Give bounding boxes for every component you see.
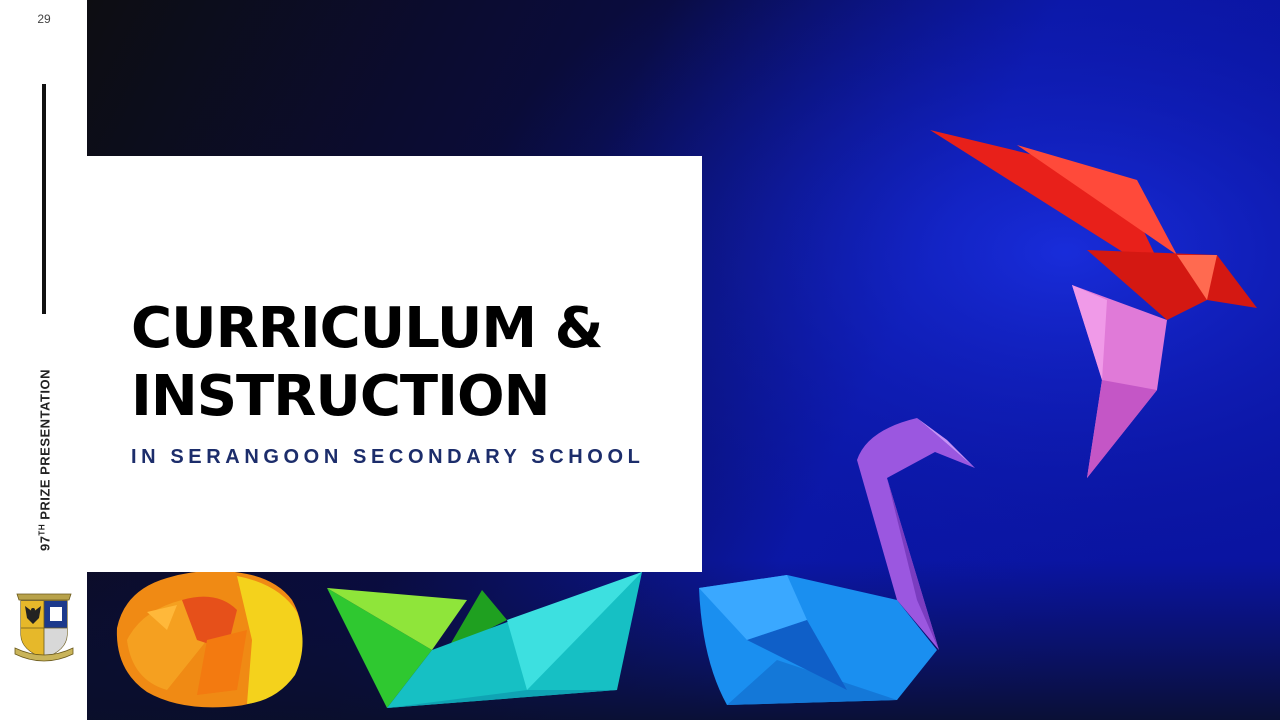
school-crest-logo — [14, 593, 74, 662]
slide-subtitle: IN SERANGOON SECONDARY SCHOOL — [131, 446, 645, 468]
slide: 29 97TH PRIZE PRESENTATION CURRICULUM & … — [0, 0, 1280, 720]
slide-number: 29 — [37, 12, 51, 26]
slide-title-line-1: CURRICULUM & — [131, 296, 603, 361]
vertical-divider — [42, 84, 46, 314]
crumpled-paper-ball — [116, 570, 303, 708]
event-label-number: 97 — [37, 535, 53, 552]
event-label-ordinal: TH — [37, 523, 47, 536]
title-card: CURRICULUM & INSTRUCTION IN SERANGOON SE… — [87, 156, 702, 572]
event-label: 97TH PRIZE PRESENTATION — [37, 369, 52, 551]
event-label-text: PRIZE PRESENTATION — [37, 368, 53, 524]
left-sidebar: 29 97TH PRIZE PRESENTATION — [0, 0, 87, 720]
slide-title-line-2: INSTRUCTION — [131, 364, 550, 429]
